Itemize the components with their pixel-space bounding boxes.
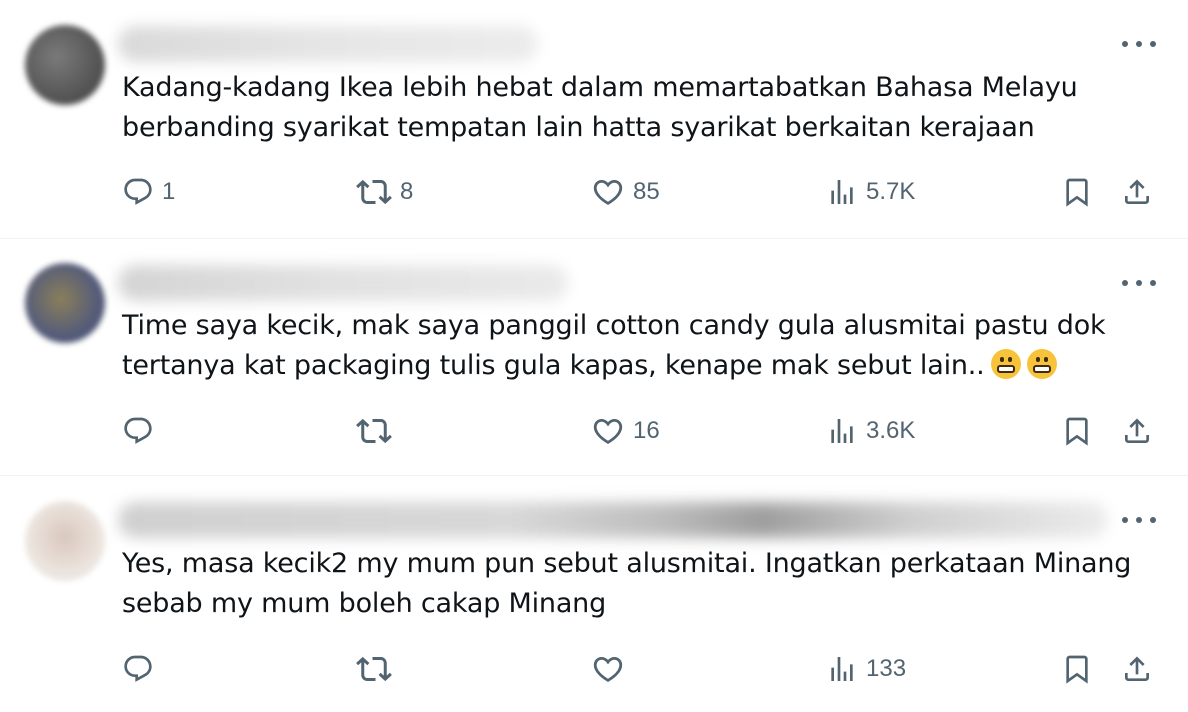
bookmark-icon: [1066, 417, 1088, 446]
repost-button[interactable]: 8: [356, 172, 413, 212]
views-button[interactable]: 133: [826, 649, 906, 689]
bookmark-button[interactable]: [1061, 172, 1093, 212]
repost-count: 8: [400, 178, 414, 205]
more-icon[interactable]: [1122, 34, 1156, 54]
tweet-text-line: sebab my mum boleh cakap Minang: [122, 588, 607, 619]
share-icon: [1125, 179, 1149, 204]
repost-icon: [356, 179, 392, 205]
tweet-text: Kadang-kadang Ikea lebih hebat dalam mem…: [122, 68, 1162, 148]
views-button[interactable]: 5.7K: [826, 172, 915, 212]
bookmark-icon: [1066, 178, 1088, 207]
author-name-blurred: [118, 502, 1108, 538]
avatar[interactable]: [25, 25, 105, 105]
avatar[interactable]: [25, 501, 105, 581]
like-icon: [593, 656, 623, 682]
views-button[interactable]: 3.6K: [826, 411, 915, 451]
like-button[interactable]: 16: [591, 411, 660, 451]
grimacing-face-icon: [990, 349, 1021, 379]
like-button[interactable]: 85: [591, 172, 660, 212]
like-count: 85: [633, 178, 660, 205]
tweet-text-line-with-emoji: tertanya kat packaging tulis gula kapas,…: [122, 346, 1162, 386]
tweet-text-line: berbanding syarikat tempatan lain hatta …: [122, 112, 1035, 143]
reply-count: 1: [162, 178, 176, 205]
views-count: 3.6K: [866, 417, 916, 444]
repost-icon: [356, 418, 392, 444]
reply-button[interactable]: [122, 411, 162, 451]
tweet-1[interactable]: Kadang-kadang Ikea lebih hebat dalam mem…: [0, 0, 1188, 238]
reply-button[interactable]: [122, 649, 162, 689]
views-count: 133: [866, 655, 907, 682]
bookmark-button[interactable]: [1061, 649, 1093, 689]
tweet-text-line: Time saya kecik, mak saya panggil cotton…: [122, 310, 1106, 341]
tweet-text-line: Yes, masa kecik2 my mum pun sebut alusmi…: [122, 548, 1132, 579]
more-icon[interactable]: [1122, 510, 1156, 530]
tweet-3[interactable]: Yes, masa kecik2 my mum pun sebut alusmi…: [0, 476, 1188, 712]
author-name-blurred: [118, 265, 568, 301]
bookmark-button[interactable]: [1061, 411, 1093, 451]
share-icon: [1125, 418, 1149, 443]
share-button[interactable]: [1121, 649, 1153, 689]
like-count: 16: [633, 417, 660, 444]
reply-button[interactable]: 1: [122, 172, 175, 212]
bookmark-icon: [1066, 655, 1088, 684]
tweet-2[interactable]: Time saya kecik, mak saya panggil cotton…: [0, 239, 1188, 475]
avatar[interactable]: [25, 263, 105, 343]
share-button[interactable]: [1121, 411, 1153, 451]
tweet-text: Yes, masa kecik2 my mum pun sebut alusmi…: [122, 544, 1162, 624]
tweet-text: Time saya kecik, mak saya panggil cotton…: [122, 306, 1162, 386]
reply-icon: [124, 655, 152, 682]
share-button[interactable]: [1121, 172, 1153, 212]
tweet-text-line: Kadang-kadang Ikea lebih hebat dalam mem…: [122, 72, 1078, 103]
like-icon: [593, 179, 623, 205]
tweet-text-line: tertanya kat packaging tulis gula kapas,…: [122, 350, 985, 381]
views-icon: [831, 419, 853, 443]
reply-icon: [124, 417, 152, 444]
views-icon: [831, 180, 853, 204]
grimacing-face-icon: [1026, 349, 1057, 379]
like-icon: [593, 418, 623, 444]
views-icon: [831, 657, 853, 681]
views-count: 5.7K: [866, 178, 916, 205]
like-button[interactable]: [591, 649, 633, 689]
more-icon[interactable]: [1122, 273, 1156, 293]
reply-icon: [124, 178, 152, 205]
repost-button[interactable]: [356, 411, 400, 451]
author-name-blurred: [118, 26, 538, 62]
share-icon: [1125, 656, 1149, 681]
repost-icon: [356, 656, 392, 682]
repost-button[interactable]: [356, 649, 400, 689]
